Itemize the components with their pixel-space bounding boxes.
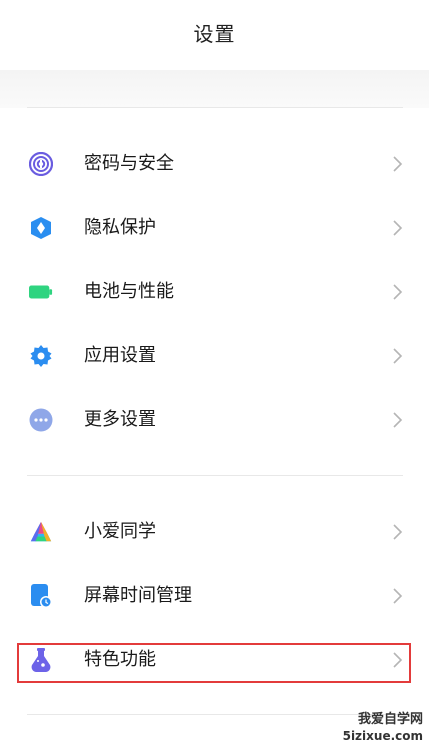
settings-item-battery[interactable]: 电池与性能 xyxy=(0,260,429,324)
xiaoai-icon xyxy=(29,520,53,544)
section-divider xyxy=(27,475,403,476)
chevron-right-icon xyxy=(393,588,403,604)
site-watermark: 我爱自学网 5izixue.com xyxy=(343,712,423,744)
fingerprint-icon xyxy=(29,152,53,176)
section-divider xyxy=(27,107,403,108)
settings-item-password-security[interactable]: 密码与安全 xyxy=(0,132,429,196)
settings-item-label: 应用设置 xyxy=(84,345,156,366)
settings-item-app-settings[interactable]: 应用设置 xyxy=(0,324,429,388)
highlight-box xyxy=(17,643,411,683)
settings-item-label: 密码与安全 xyxy=(84,153,174,174)
settings-item-more-settings[interactable]: 更多设置 xyxy=(0,388,429,452)
watermark-text: 我爱自学网 xyxy=(357,712,423,727)
settings-item-label: 更多设置 xyxy=(84,409,156,430)
page-title: 设置 xyxy=(193,22,236,46)
gear-icon xyxy=(29,344,53,368)
battery-icon xyxy=(29,280,53,304)
chevron-right-icon xyxy=(393,524,403,540)
settings-item-label: 屏幕时间管理 xyxy=(84,585,192,606)
chevron-right-icon xyxy=(393,412,403,428)
more-dots-icon xyxy=(29,408,53,432)
privacy-shield-icon xyxy=(29,216,53,240)
settings-item-screen-time[interactable]: 屏幕时间管理 xyxy=(0,564,429,628)
chevron-right-icon xyxy=(393,156,403,172)
header-shadow-band xyxy=(0,70,429,108)
watermark-url: 5izixue.com xyxy=(342,729,423,743)
settings-item-label: 小爱同学 xyxy=(84,521,156,542)
chevron-right-icon xyxy=(393,348,403,364)
chevron-right-icon xyxy=(393,220,403,236)
screen-time-icon xyxy=(29,584,53,608)
settings-item-xiaoai[interactable]: 小爱同学 xyxy=(0,500,429,564)
chevron-right-icon xyxy=(393,284,403,300)
settings-item-label: 隐私保护 xyxy=(84,217,156,238)
settings-item-label: 电池与性能 xyxy=(84,281,174,302)
settings-item-privacy[interactable]: 隐私保护 xyxy=(0,196,429,260)
header-bar: 设置 xyxy=(0,0,429,70)
